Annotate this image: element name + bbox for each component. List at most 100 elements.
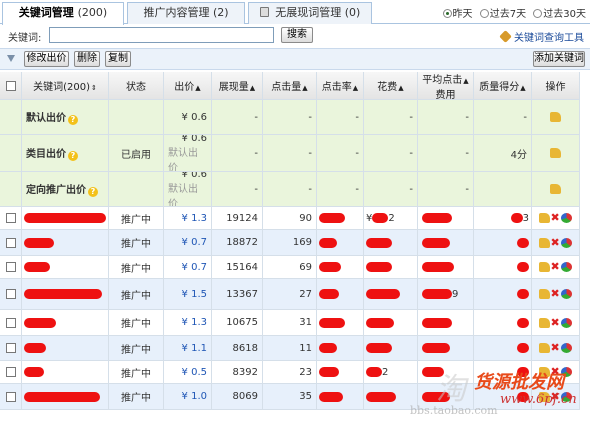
keyword-cell[interactable] [22, 279, 109, 310]
row-actions: ✖ [538, 288, 573, 299]
ctr-cell: - [317, 135, 364, 172]
bid-cell[interactable]: ¥ 0.5 [164, 361, 212, 384]
tab-no-impression-keywords[interactable]: 无展现词管理 (0) [248, 2, 372, 24]
delete-icon[interactable]: ✖ [551, 342, 560, 353]
bid-cell[interactable]: ¥ 1.3 [164, 310, 212, 336]
impressions-column-header[interactable]: 展现量▲ [212, 72, 263, 100]
quality-suffix: 3 [522, 212, 529, 224]
impressions-value: 18872 [226, 237, 258, 248]
help-icon[interactable]: ? [68, 115, 78, 125]
avg-cpc-column-header[interactable]: 平均点击▲ 费用 [418, 72, 474, 100]
cost-line [366, 289, 400, 299]
keyword-cell[interactable] [22, 256, 109, 279]
keyword-cell[interactable] [22, 361, 109, 384]
row-checkbox[interactable] [5, 367, 16, 377]
quality-line [517, 237, 529, 248]
cost-cell [364, 230, 418, 256]
keyword-query-tool-link[interactable]: 关键词查询工具 [499, 29, 584, 44]
chart-icon[interactable] [560, 262, 572, 272]
quality-cell: 3 [474, 207, 532, 230]
edit-icon[interactable] [538, 213, 550, 223]
delete-button[interactable]: 删除 [74, 51, 100, 67]
header-label: 花费 [377, 82, 398, 93]
radio-last-7-days[interactable]: 过去7天 [479, 5, 526, 20]
header-label-line: 关键词(200)⇕ [33, 78, 97, 93]
status-cell: 推广中 [109, 310, 164, 336]
row-select-cell [0, 279, 22, 310]
row-actions: ✖ [538, 317, 573, 328]
action-cell: ✖ [532, 310, 580, 336]
status-cell [109, 172, 164, 207]
edit-icon[interactable] [538, 317, 550, 328]
bid-cell[interactable]: ¥ 0.6 默认出价 [164, 172, 212, 207]
bid-cell[interactable]: ¥ 1.0 [164, 384, 212, 410]
cost-column-header[interactable]: 花费▲ [364, 72, 418, 100]
bid-cell[interactable]: ¥ 0.7 [164, 230, 212, 256]
clicks-column-header[interactable]: 点击量▲ [263, 72, 317, 100]
clicks-cell: - [263, 100, 317, 135]
radio-yesterday[interactable]: 昨天 [442, 5, 473, 20]
row-checkbox[interactable] [5, 391, 16, 402]
chart-icon[interactable] [560, 289, 572, 299]
row-checkbox[interactable] [5, 289, 16, 299]
quality-score-column-header[interactable]: 质量得分▲ [474, 72, 532, 100]
edit-icon[interactable] [538, 289, 550, 299]
row-checkbox[interactable] [5, 213, 16, 223]
bid-cell[interactable]: ¥ 1.5 [164, 279, 212, 310]
bid-value: ¥ 1.1 [181, 342, 207, 354]
ctr-cell [317, 384, 364, 410]
keyword-search-input[interactable] [49, 27, 274, 43]
edit-icon[interactable] [549, 112, 561, 122]
row-select-cell [0, 100, 22, 135]
bid-column-header[interactable]: 出价▲ [164, 72, 212, 100]
status-cell: 推广中 [109, 207, 164, 230]
help-icon[interactable]: ? [68, 151, 78, 161]
add-keyword-button[interactable]: 添加关键词 [533, 51, 585, 67]
row-checkbox[interactable] [5, 237, 16, 248]
keyword-cell[interactable] [22, 310, 109, 336]
modify-bid-button[interactable]: 修改出价 [24, 51, 69, 67]
keyword-column-header[interactable]: 关键词(200)⇕ [22, 72, 109, 100]
select-all-checkbox[interactable] [5, 80, 16, 91]
ctr-column-header[interactable]: 点击率▲ [317, 72, 364, 100]
chart-icon[interactable] [560, 343, 572, 353]
bid-cell[interactable]: ¥ 0.6 [164, 100, 212, 135]
row-checkbox[interactable] [5, 343, 16, 353]
tab-keyword-management[interactable]: 关键词管理 (200) [2, 2, 124, 25]
ctr-cell [317, 310, 364, 336]
delete-icon[interactable]: ✖ [551, 317, 560, 328]
bid-cell[interactable]: ¥ 0.7 [164, 256, 212, 279]
row-checkbox[interactable] [5, 317, 16, 328]
quality-line: 3 [510, 212, 529, 224]
bid-cell[interactable]: ¥ 1.1 [164, 336, 212, 361]
keyword-cell[interactable] [22, 384, 109, 410]
delete-icon[interactable]: ✖ [551, 237, 560, 248]
edit-icon[interactable] [549, 148, 561, 158]
clicks-value: 35 [299, 391, 312, 402]
edit-icon[interactable] [538, 343, 550, 353]
select-all-header[interactable] [0, 72, 22, 100]
chart-icon[interactable] [560, 237, 572, 248]
search-button[interactable]: 搜索 [281, 27, 313, 43]
chart-icon[interactable] [560, 317, 572, 328]
radio-selected-icon [442, 9, 452, 18]
help-icon[interactable]: ? [88, 187, 98, 197]
radio-last-30-days[interactable]: 过去30天 [533, 5, 586, 20]
delete-icon[interactable]: ✖ [551, 212, 560, 223]
keyword-cell[interactable] [22, 230, 109, 256]
delete-icon[interactable]: ✖ [551, 261, 560, 272]
delete-icon[interactable]: ✖ [551, 288, 560, 299]
chart-icon[interactable] [560, 213, 572, 223]
copy-button[interactable]: 复制 [105, 51, 131, 67]
ctr-redaction-mark [319, 237, 337, 248]
edit-icon[interactable] [538, 237, 550, 248]
bid-cell[interactable]: ¥ 0.6 默认出价 [164, 135, 212, 172]
tab-promotion-content[interactable]: 推广内容管理 (2) [127, 2, 245, 24]
keyword-cell[interactable] [22, 336, 109, 361]
row-checkbox[interactable] [5, 262, 16, 272]
edit-icon[interactable] [538, 262, 550, 272]
keyword-cell[interactable] [22, 207, 109, 230]
bid-cell[interactable]: ¥ 1.3 [164, 207, 212, 230]
header-label: 费用 [435, 89, 456, 100]
edit-icon[interactable] [549, 184, 561, 194]
